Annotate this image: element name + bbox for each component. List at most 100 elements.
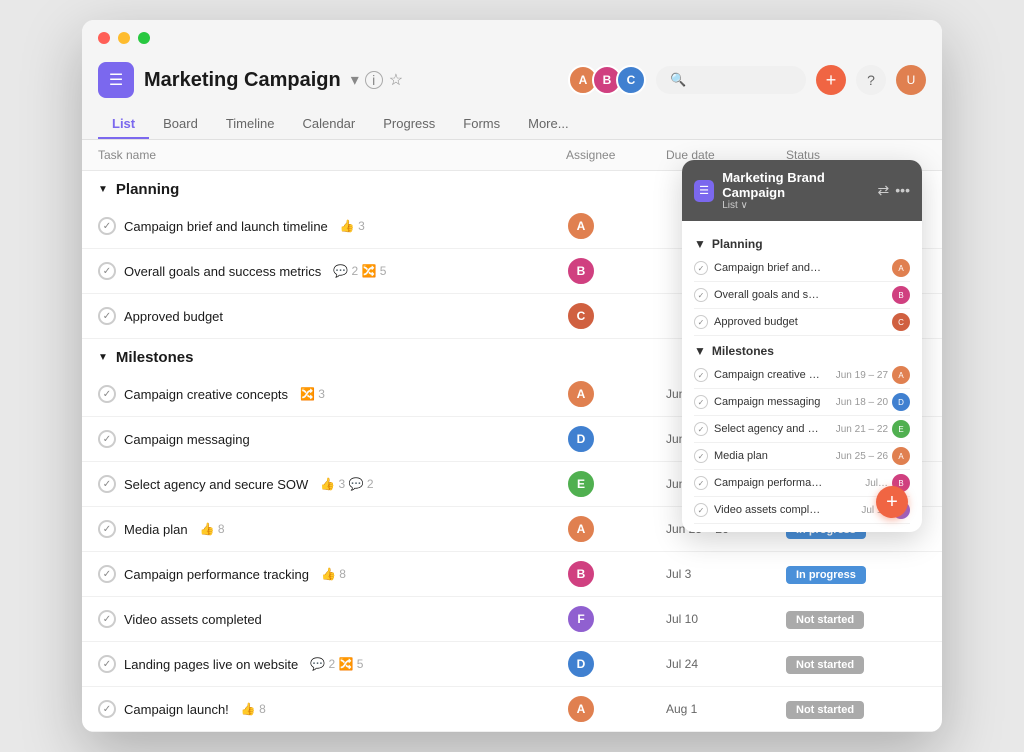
minimize-dot[interactable]	[118, 32, 130, 44]
assignee-cell: B	[566, 559, 666, 589]
task-name-cell: ✓ Campaign performance tracking 👍 8	[98, 565, 566, 583]
add-button[interactable]: +	[816, 65, 846, 95]
app-window: ☰ Marketing Campaign ▾ i ☆ A B C 🔍	[82, 20, 942, 732]
avatar: A	[566, 211, 596, 241]
panel-task-right: A	[892, 259, 910, 277]
panel-task-row[interactable]: ✓ Approved budget C	[694, 309, 910, 336]
task-name-cell: ✓ Campaign launch! 👍 8	[98, 700, 566, 718]
task-name: Media plan	[124, 522, 188, 537]
task-name: Overall goals and success metrics	[124, 264, 321, 279]
check-icon: ✓	[98, 385, 116, 403]
avatar: C	[566, 301, 596, 331]
panel-header: ☰ Marketing Brand Campaign List ∨ ⇄ •••	[682, 160, 922, 221]
search-icon: 🔍	[670, 72, 686, 88]
panel-task-row[interactable]: ✓ Campaign brief and launch timeline A	[694, 255, 910, 282]
table-row[interactable]: ✓ Video assets completed F Jul 10 Not st…	[82, 597, 942, 642]
app-header: ☰ Marketing Campaign ▾ i ☆ A B C 🔍	[98, 54, 926, 106]
assignee-cell: A	[566, 379, 666, 409]
help-button[interactable]: ?	[856, 65, 886, 95]
check-icon: ✓	[98, 565, 116, 583]
col-task-name: Task name	[98, 148, 566, 162]
panel-task-row[interactable]: ✓ Select agency and sec… Jun 21 – 22 E	[694, 416, 910, 443]
panel-task-name: Campaign performance trac…	[714, 477, 824, 489]
tab-list[interactable]: List	[98, 110, 149, 139]
chevron-down-icon: ▼	[98, 184, 108, 195]
due-date: Jul 24	[666, 657, 786, 671]
panel-section-planning-label: Planning	[712, 237, 763, 251]
task-meta: 🔀 3	[300, 387, 325, 401]
status-badge: Not started	[786, 611, 864, 629]
app-header-left: ☰ Marketing Campaign ▾ i ☆	[98, 62, 403, 98]
assignee-cell: E	[566, 469, 666, 499]
avatar: D	[892, 393, 910, 411]
info-icon[interactable]: i	[365, 71, 383, 89]
tab-timeline[interactable]: Timeline	[212, 110, 289, 139]
panel-project-icon: ☰	[694, 180, 714, 202]
panel-date: Jun 21 – 22	[836, 424, 888, 435]
check-icon: ✓	[98, 520, 116, 538]
due-date: Jul 10	[666, 612, 786, 626]
check-icon: ✓	[98, 307, 116, 325]
table-row[interactable]: ✓ Campaign launch! 👍 8 A Aug 1 Not start…	[82, 687, 942, 732]
settings-icon[interactable]: ⇄	[878, 182, 890, 199]
tab-board[interactable]: Board	[149, 110, 212, 139]
task-meta: 👍 8	[241, 702, 266, 716]
panel-task-left: ✓ Select agency and sec…	[694, 422, 824, 436]
panel-task-name: Campaign creative con…	[714, 369, 824, 381]
avatar: A	[892, 447, 910, 465]
close-dot[interactable]	[98, 32, 110, 44]
panel-header-left: ☰ Marketing Brand Campaign List ∨	[694, 170, 878, 211]
search-bar[interactable]: 🔍	[656, 66, 806, 94]
table-row[interactable]: ✓ Campaign performance tracking 👍 8 B Ju…	[82, 552, 942, 597]
check-icon: ✓	[694, 395, 708, 409]
user-avatar[interactable]: U	[896, 65, 926, 95]
assignee-cell: A	[566, 211, 666, 241]
panel-date: Jun 18 – 20	[836, 397, 888, 408]
chevron-down-icon[interactable]: ▾	[351, 70, 359, 90]
panel-task-row[interactable]: ✓ Campaign messaging Jun 18 – 20 D	[694, 389, 910, 416]
assignee-cell: D	[566, 424, 666, 454]
status-badge: In progress	[786, 566, 866, 584]
check-icon: ✓	[694, 449, 708, 463]
due-date: Jul 3	[666, 567, 786, 581]
panel-task-row[interactable]: ✓ Campaign creative con… Jun 19 – 27 A	[694, 362, 910, 389]
task-name: Landing pages live on website	[124, 657, 298, 672]
task-meta: 👍 3 💬 2	[320, 477, 373, 491]
task-name-cell: ✓ Campaign brief and launch timeline 👍 3	[98, 217, 566, 235]
maximize-dot[interactable]	[138, 32, 150, 44]
panel-task-name: Campaign messaging	[714, 396, 820, 408]
avatar-group: A B C	[568, 65, 646, 95]
assignee-cell: B	[566, 256, 666, 286]
tab-more[interactable]: More...	[514, 110, 582, 139]
table-row[interactable]: ✓ Landing pages live on website 💬 2 🔀 5 …	[82, 642, 942, 687]
star-icon[interactable]: ☆	[389, 70, 403, 90]
more-icon[interactable]: •••	[895, 182, 910, 199]
avatar: A	[892, 366, 910, 384]
panel-date: Jun 19 – 27	[836, 370, 888, 381]
panel-body: ▼ Planning ✓ Campaign brief and launch t…	[682, 221, 922, 532]
task-meta: 👍 8	[321, 567, 346, 581]
due-date: Aug 1	[666, 702, 786, 716]
panel-task-name: Campaign brief and launch timeline	[714, 262, 824, 274]
fab-add-button[interactable]: +	[876, 486, 908, 518]
check-icon: ✓	[694, 261, 708, 275]
panel-task-row[interactable]: ✓ Overall goals and success metrics B	[694, 282, 910, 309]
panel-task-right: Jun 19 – 27 A	[836, 366, 910, 384]
tab-forms[interactable]: Forms	[449, 110, 514, 139]
check-icon: ✓	[694, 288, 708, 302]
tab-calendar[interactable]: Calendar	[288, 110, 369, 139]
check-icon: ✓	[98, 475, 116, 493]
task-name: Campaign launch!	[124, 702, 229, 717]
panel-task-right: Jun 21 – 22 E	[836, 420, 910, 438]
assignee-cell: A	[566, 514, 666, 544]
avatar: A	[566, 514, 596, 544]
panel-task-row[interactable]: ✓ Media plan Jun 25 – 26 A	[694, 443, 910, 470]
floating-panel: ☰ Marketing Brand Campaign List ∨ ⇄ ••• …	[682, 160, 922, 532]
check-icon: ✓	[694, 422, 708, 436]
panel-header-icons: ⇄ •••	[878, 182, 910, 199]
tab-progress[interactable]: Progress	[369, 110, 449, 139]
panel-task-left: ✓ Video assets completed	[694, 503, 824, 517]
task-meta: 💬 2 🔀 5	[333, 264, 386, 278]
panel-title-block: Marketing Brand Campaign List ∨	[722, 170, 877, 211]
panel-task-left: ✓ Media plan	[694, 449, 768, 463]
